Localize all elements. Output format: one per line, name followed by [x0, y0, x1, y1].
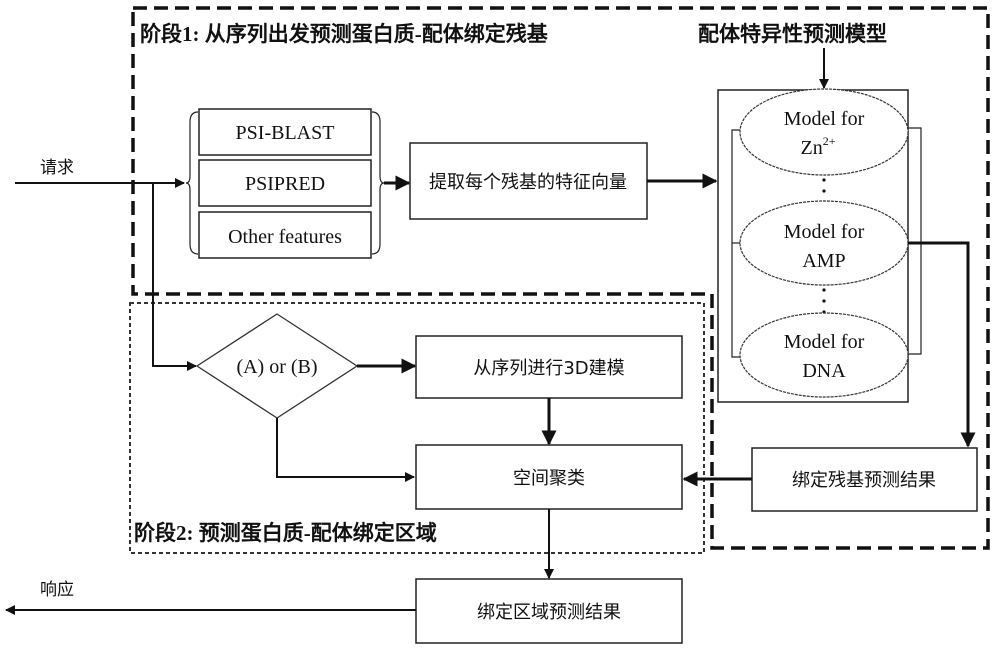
- svg-text:Model for: Model for: [784, 331, 865, 353]
- decision-diamond: (A) or (B): [195, 313, 359, 419]
- model-dna: Model for DNA: [739, 312, 909, 398]
- stage2-title: 阶段2: 预测蛋白质-配体绑定区域: [134, 521, 437, 545]
- models-right-connector: [908, 127, 922, 355]
- svg-text:Model for: Model for: [784, 108, 865, 130]
- decision-to-clustering-arrow: [276, 418, 415, 482]
- region-result-box: 绑定区域预测结果: [415, 578, 683, 644]
- left-brace: [185, 111, 199, 255]
- svg-text:DNA: DNA: [802, 360, 846, 382]
- residue-result-box: 绑定残基预测结果: [751, 447, 978, 512]
- feature-psi-blast: PSI-BLAST: [198, 108, 372, 156]
- feature-psipred: PSIPRED: [198, 159, 372, 207]
- models-to-residue-result-arrow: [908, 241, 976, 448]
- model-amp: Model for AMP: [739, 200, 909, 286]
- 3d-modeling-box: 从序列进行3D建模: [415, 335, 683, 399]
- flowchart: 阶段1: 从序列出发预测蛋白质-配体绑定残基 配体特异性预测模型 阶段2: 预测…: [5, 6, 990, 644]
- svg-text:PSI-BLAST: PSI-BLAST: [236, 122, 335, 144]
- svg-text:从序列进行3D建模: 从序列进行3D建模: [473, 358, 624, 379]
- models-title: 配体特异性预测模型: [698, 22, 887, 46]
- response-label: 响应: [40, 580, 74, 600]
- stage1-title: 阶段1: 从序列出发预测蛋白质-配体绑定残基: [140, 22, 549, 46]
- spatial-clustering-box: 空间聚类: [415, 444, 683, 510]
- svg-text:Other features: Other features: [228, 226, 342, 248]
- extract-feature-box: 提取每个残基的特征向量: [409, 142, 648, 220]
- feature-other: Other features: [198, 211, 372, 259]
- svg-text:绑定残基预测结果: 绑定残基预测结果: [792, 470, 936, 491]
- model-zn: Model for Zn2+: [739, 88, 909, 176]
- svg-text:AMP: AMP: [802, 250, 845, 272]
- svg-text:PSIPRED: PSIPRED: [245, 173, 325, 195]
- svg-text:(A) or (B): (A) or (B): [236, 356, 317, 378]
- right-brace: [371, 111, 385, 255]
- request-label: 请求: [40, 158, 74, 178]
- svg-text:空间聚类: 空间聚类: [513, 468, 585, 489]
- svg-text:提取每个残基的特征向量: 提取每个残基的特征向量: [429, 172, 627, 193]
- svg-text:绑定区域预测结果: 绑定区域预测结果: [477, 602, 621, 623]
- svg-text:Model for: Model for: [784, 221, 865, 243]
